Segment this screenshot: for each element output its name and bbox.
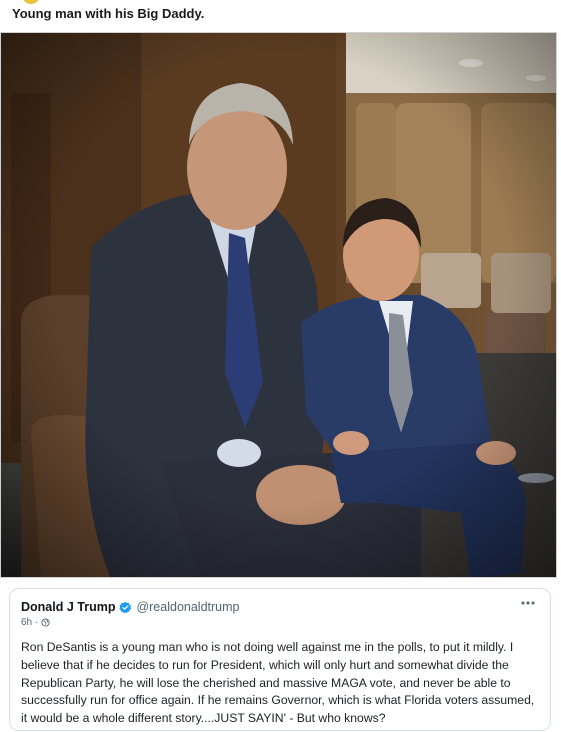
avatar[interactable] [22,0,40,4]
post-photo[interactable] [0,32,557,578]
tweet-text: Ron DeSantis is a young man who is not d… [21,640,535,726]
more-dots-icon [521,601,535,605]
author-name[interactable]: Donald J Trump [21,600,115,614]
post-container: Young man with his Big Daddy. Donald J T… [0,0,561,732]
tweet-time[interactable]: 6h [21,617,32,628]
globe-icon [41,618,51,627]
tweet-meta: 6h · [21,617,51,628]
verified-badge-icon [119,601,132,614]
embedded-tweet[interactable]: Donald J Trump @realdonaldtrump 6h · Ron… [9,588,551,731]
more-options-button[interactable] [518,595,538,611]
photo-illustration [1,33,556,577]
meta-separator: · [35,617,39,628]
post-caption: Young man with his Big Daddy. [12,6,205,21]
tweet-header: Donald J Trump @realdonaldtrump [21,599,239,615]
author-handle[interactable]: @realdonaldtrump [136,600,239,614]
